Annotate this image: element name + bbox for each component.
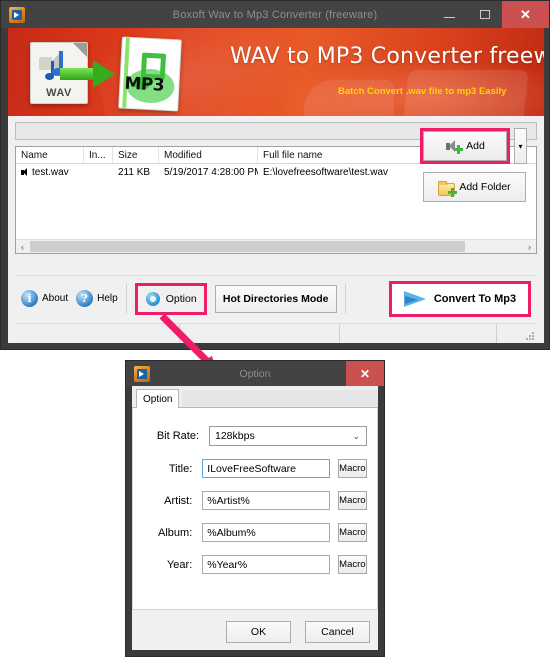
tab-option[interactable]: Option xyxy=(136,389,180,409)
main-window: Boxoft Wav to Mp3 Converter (freeware) ✕… xyxy=(0,0,550,350)
option-form: Bit Rate: 128kbps ⌄ Title: ILoveFreeSoft… xyxy=(132,408,378,610)
year-input[interactable]: %Year% xyxy=(202,555,330,574)
close-button[interactable]: ✕ xyxy=(502,1,549,28)
dialog-client-area: Option Bit Rate: 128kbps ⌄ Title: ILoveF… xyxy=(132,386,378,650)
cell-size: 211 KB xyxy=(118,166,151,178)
option-button-highlight: Option xyxy=(134,282,207,315)
scrollbar-thumb[interactable] xyxy=(30,241,465,252)
cell-modified: 5/19/2017 4:28:00 PM xyxy=(164,166,258,178)
banner-subtitle: Batch Convert .wav file to mp3 Easily xyxy=(338,86,507,97)
hot-directories-mode-label: Hot Directories Mode xyxy=(222,292,329,305)
bit-rate-select[interactable]: 128kbps ⌄ xyxy=(209,426,367,446)
add-folder-button-label: Add Folder xyxy=(459,181,511,193)
bottom-toolbar: i About ? Help Option Hot Directories Mo… xyxy=(15,275,537,321)
help-button[interactable]: ? Help xyxy=(76,290,118,307)
title-macro-button[interactable]: Macro xyxy=(337,459,367,478)
info-icon: i xyxy=(21,290,38,307)
bit-rate-value: 128kbps xyxy=(215,430,255,442)
hot-directories-mode-button[interactable]: Hot Directories Mode xyxy=(214,284,337,313)
column-header-in[interactable]: In... xyxy=(84,147,113,163)
status-cell-4 xyxy=(497,324,537,343)
close-icon: ✕ xyxy=(520,6,531,22)
column-header-modified[interactable]: Modified xyxy=(159,147,258,163)
screenshot-root: Boxoft Wav to Mp3 Converter (freeware) ✕… xyxy=(0,0,550,659)
window-controls: ✕ xyxy=(432,1,549,28)
wav-icon-label: WAV xyxy=(46,87,72,99)
album-label: Album: xyxy=(158,526,193,539)
scroll-right-icon[interactable]: › xyxy=(523,242,536,252)
about-button-label: About xyxy=(42,293,69,304)
mp3-file-icon: MP3 xyxy=(118,36,182,112)
field-row-artist: Artist: %Artist% Macro xyxy=(143,491,367,510)
dialog-titlebar: Option ✕ xyxy=(126,361,384,386)
title-input[interactable]: ILoveFreeSoftware xyxy=(202,459,330,478)
artist-macro-button[interactable]: Macro xyxy=(337,491,367,510)
about-button[interactable]: i About xyxy=(21,290,68,307)
cell-name: test.wav xyxy=(32,166,69,178)
status-cell-3 xyxy=(340,324,497,343)
resize-grip-icon[interactable] xyxy=(525,331,535,341)
folder-icon xyxy=(438,180,458,197)
horizontal-scrollbar[interactable]: ‹ › xyxy=(16,239,536,253)
status-bar xyxy=(15,323,537,343)
gear-icon xyxy=(145,291,161,307)
column-header-name[interactable]: Name xyxy=(16,147,84,163)
convert-to-mp3-label: Convert To Mp3 xyxy=(433,292,517,305)
convert-to-mp3-button[interactable]: Convert To Mp3 xyxy=(392,283,528,314)
year-label: Year: xyxy=(166,558,193,571)
convert-button-highlight: Convert To Mp3 xyxy=(389,280,531,317)
main-titlebar: Boxoft Wav to Mp3 Converter (freeware) ✕ xyxy=(1,1,549,28)
chevron-down-icon: ⌄ xyxy=(352,431,360,441)
add-button-label: Add xyxy=(466,140,485,152)
bit-rate-label: Bit Rate: xyxy=(156,430,199,442)
column-header-size[interactable]: Size xyxy=(113,147,159,163)
field-row-year: Year: %Year% Macro xyxy=(143,555,367,574)
add-button-highlight: Add xyxy=(420,128,510,164)
dialog-tabstrip: Option xyxy=(132,386,378,409)
minimize-button[interactable] xyxy=(432,1,467,28)
maximize-button[interactable] xyxy=(467,1,502,28)
field-row-title: Title: ILoveFreeSoftware Macro xyxy=(143,459,367,478)
dialog-title: Option xyxy=(239,367,271,380)
tab-option-label: Option xyxy=(143,394,173,405)
cancel-button-label: Cancel xyxy=(321,626,354,638)
side-button-column: Add ▾ Add Folder xyxy=(420,128,537,202)
option-dialog: Option ✕ Option Bit Rate: 128kbps ⌄ Titl… xyxy=(125,360,385,657)
year-macro-button[interactable]: Macro xyxy=(337,555,367,574)
speaker-icon xyxy=(21,167,29,176)
add-audio-icon xyxy=(445,140,464,154)
conversion-arrow-icon xyxy=(60,60,116,88)
field-row-album: Album: %Album% Macro xyxy=(143,523,367,542)
dialog-footer: OK Cancel xyxy=(132,610,378,650)
ok-button-label: OK xyxy=(250,626,267,638)
help-button-label: Help xyxy=(97,293,118,304)
artist-input[interactable]: %Artist% xyxy=(202,491,330,510)
album-macro-button[interactable]: Macro xyxy=(337,523,367,542)
album-input[interactable]: %Album% xyxy=(202,523,330,542)
main-client-area: WAV MP3 WAV to MP3 Converter freeware Ba… xyxy=(8,28,544,343)
ok-button[interactable]: OK xyxy=(226,621,291,643)
scroll-left-icon[interactable]: ‹ xyxy=(16,242,29,252)
title-label: Title: xyxy=(168,462,193,475)
question-icon: ? xyxy=(76,290,94,307)
add-dropdown-button[interactable]: ▾ xyxy=(514,128,527,164)
toolbar-separator-1 xyxy=(125,283,127,314)
field-row-bitrate: Bit Rate: 128kbps ⌄ xyxy=(143,426,367,446)
option-button[interactable]: Option xyxy=(138,286,204,312)
play-icon xyxy=(403,290,426,307)
mp3-icon-label: MP3 xyxy=(123,73,165,96)
option-button-label: Option xyxy=(165,292,197,305)
scrollbar-track[interactable] xyxy=(29,240,523,253)
app-icon xyxy=(9,6,25,23)
maximize-icon xyxy=(479,10,490,19)
toolbar-separator-2 xyxy=(344,283,346,314)
add-button[interactable]: Add xyxy=(423,131,507,161)
chevron-down-icon: ▾ xyxy=(518,141,523,151)
minimize-icon xyxy=(444,17,455,18)
app-banner: WAV MP3 WAV to MP3 Converter freeware Ba… xyxy=(8,28,544,116)
cancel-button[interactable]: Cancel xyxy=(305,621,370,643)
artist-label: Artist: xyxy=(164,494,193,507)
banner-title: WAV to MP3 Converter freeware xyxy=(230,44,544,69)
add-folder-button[interactable]: Add Folder xyxy=(423,172,526,202)
